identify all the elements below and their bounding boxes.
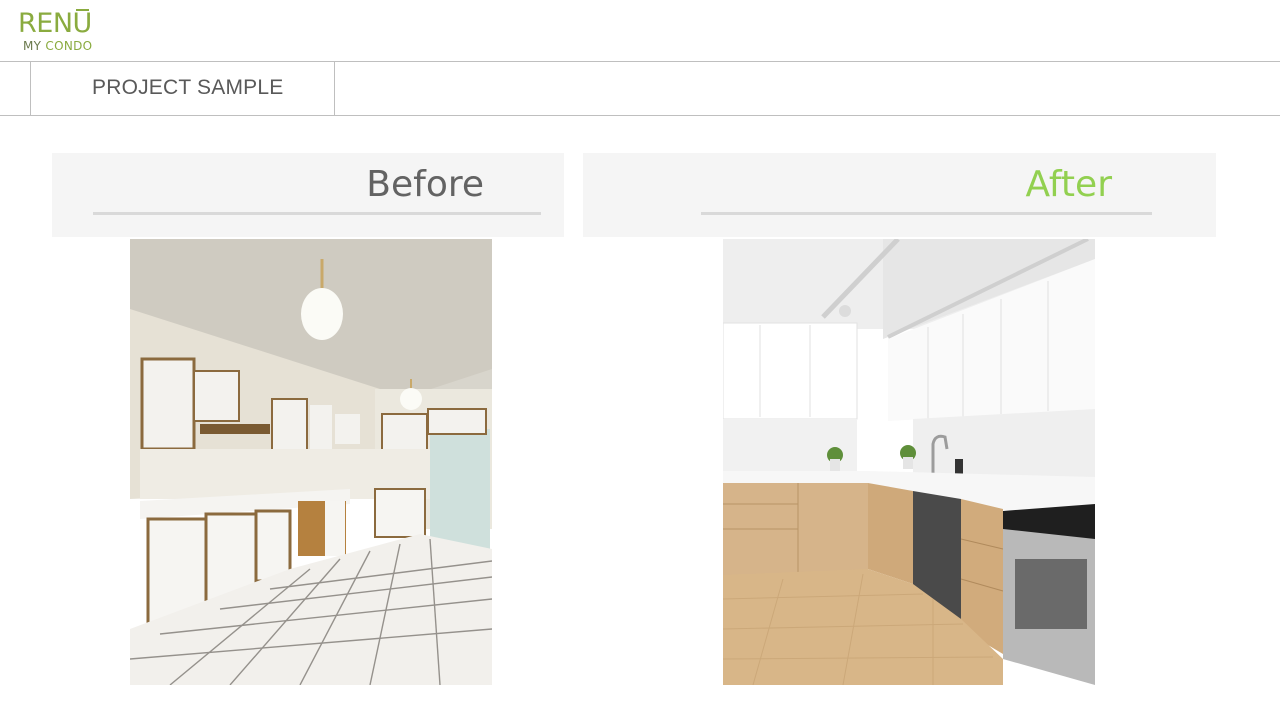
renu-my-condo-logo: RENU MY CONDO bbox=[18, 8, 108, 54]
logo-tagline-condo: CONDO bbox=[45, 39, 93, 53]
before-underline bbox=[93, 212, 541, 215]
header-top-divider bbox=[0, 61, 1280, 62]
before-header-panel: Before bbox=[52, 153, 564, 237]
header-right-divider bbox=[334, 61, 335, 116]
logo-tagline-my: MY bbox=[23, 39, 42, 53]
kitchen-before-photo bbox=[130, 239, 492, 685]
header-bottom-divider bbox=[0, 115, 1280, 116]
kitchen-after-photo bbox=[723, 239, 1095, 685]
after-underline bbox=[701, 212, 1152, 215]
section-title: PROJECT SAMPLE bbox=[92, 76, 284, 99]
logo-wordmark: RENU bbox=[18, 8, 92, 40]
logo-brand-suffix: U bbox=[72, 8, 93, 39]
header-left-divider bbox=[30, 61, 31, 116]
after-header-panel: After bbox=[583, 153, 1216, 237]
after-label: After bbox=[1025, 164, 1112, 205]
logo-brand-prefix: REN bbox=[18, 8, 73, 39]
before-label: Before bbox=[366, 164, 484, 205]
logo-tagline: MY CONDO bbox=[23, 39, 92, 53]
